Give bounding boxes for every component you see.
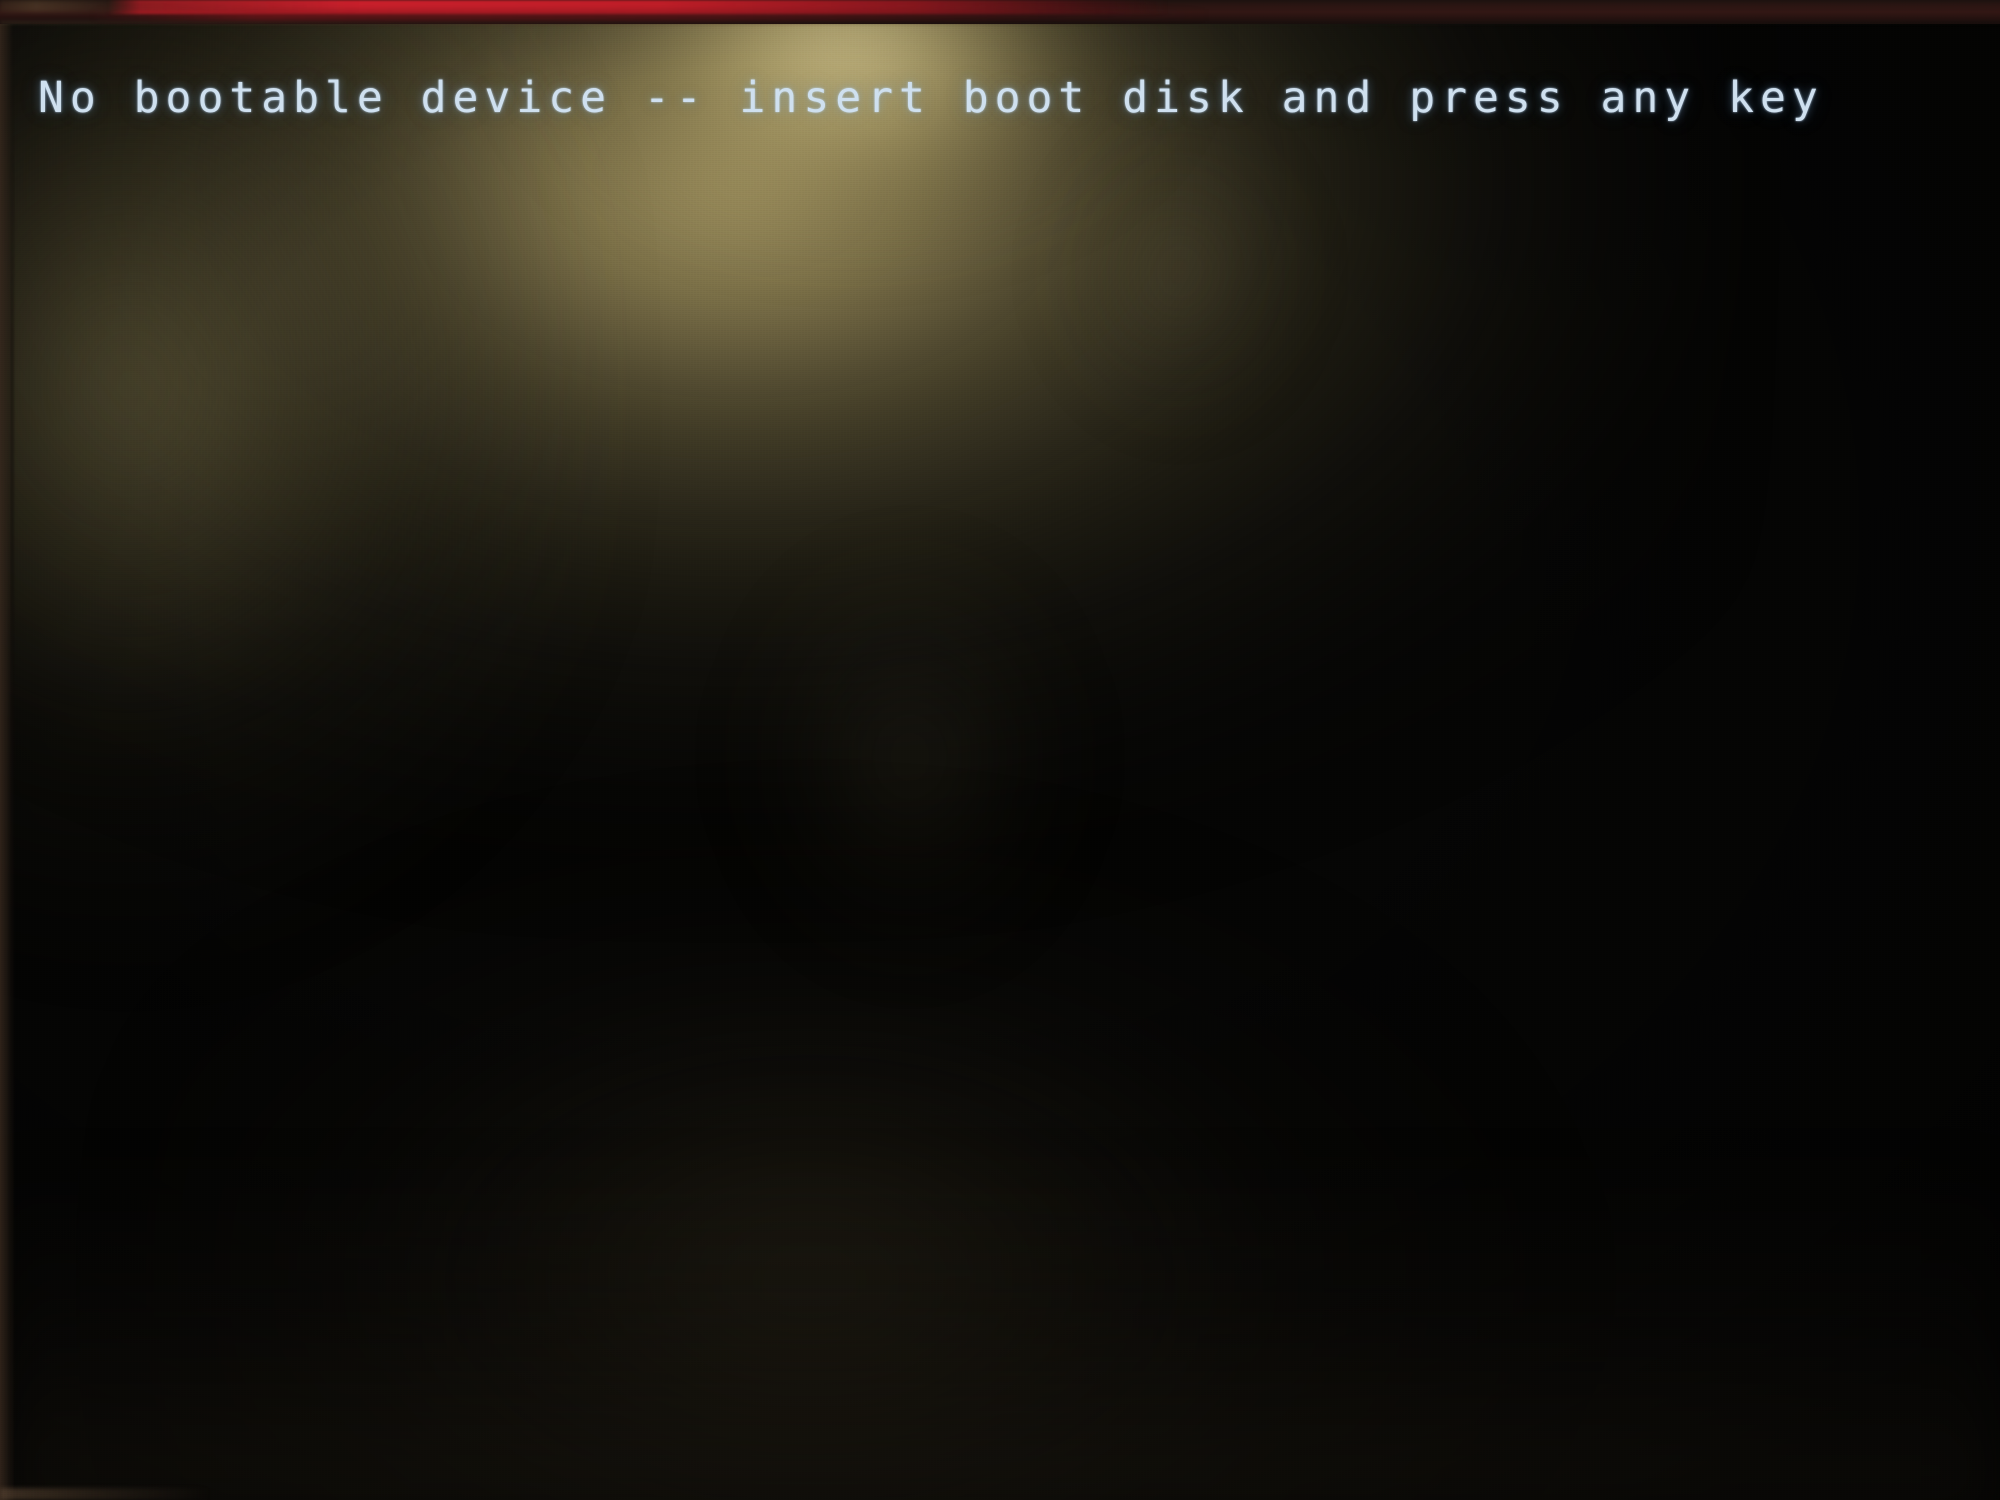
screen-bottom-frame-edge: [0, 1488, 210, 1500]
screen-left-frame-line: [11, 152, 13, 1500]
bezel-specular-highlight: [0, 0, 360, 12]
screen-left-frame-edge: [0, 22, 16, 1500]
monitor-photo: No bootable device -- insert boot disk a…: [0, 0, 2000, 1500]
monitor-screen: No bootable device -- insert boot disk a…: [0, 22, 2000, 1500]
bezel-screen-seam: [0, 21, 2000, 24]
bios-error-message: No bootable device -- insert boot disk a…: [38, 73, 1824, 123]
screen-vignette: [0, 22, 2000, 1500]
